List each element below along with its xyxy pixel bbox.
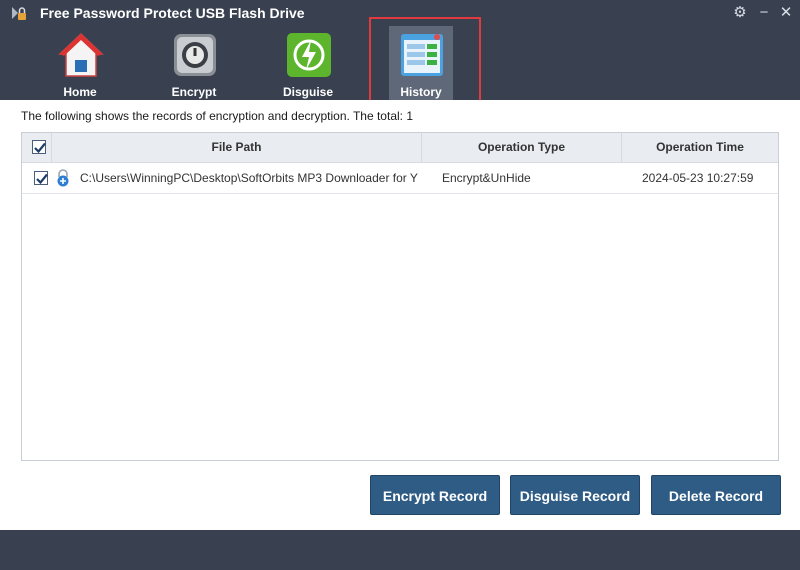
- table-row[interactable]: C:\Users\WinningPC\Desktop\SoftOrbits MP…: [22, 163, 778, 194]
- row-checkbox[interactable]: [34, 171, 48, 185]
- operation-type-cell: Encrypt&UnHide: [442, 171, 531, 185]
- records-summary: The following shows the records of encry…: [21, 109, 413, 123]
- app-window: Free Password Protect USB Flash Drive ⚙ …: [0, 0, 800, 570]
- column-file-path[interactable]: File Path: [52, 133, 422, 162]
- safe-icon: [174, 34, 216, 76]
- table-header: File Path Operation Type Operation Time: [22, 133, 778, 163]
- history-table: File Path Operation Type Operation Time …: [21, 132, 779, 461]
- home-icon: [58, 32, 104, 77]
- checkmark-icon: [34, 142, 46, 154]
- checkmark-icon: [36, 173, 48, 185]
- close-icon[interactable]: ✕: [777, 4, 795, 22]
- gear-icon[interactable]: ⚙: [731, 4, 749, 22]
- encrypted-file-icon: [57, 169, 69, 187]
- tab-disguise[interactable]: Disguise: [268, 26, 348, 100]
- column-operation-time[interactable]: Operation Time: [622, 133, 778, 162]
- tab-home-label: Home: [63, 85, 97, 99]
- history-tab-highlight: [369, 17, 481, 102]
- delete-record-button[interactable]: Delete Record: [651, 475, 781, 515]
- select-all-checkbox[interactable]: [32, 140, 46, 154]
- select-all-cell: [22, 133, 52, 162]
- encrypt-record-button[interactable]: Encrypt Record: [370, 475, 500, 515]
- file-path-cell: C:\Users\WinningPC\Desktop\SoftOrbits MP…: [80, 171, 418, 185]
- status-footer: [0, 530, 800, 570]
- tab-home[interactable]: Home: [40, 26, 120, 100]
- minimize-icon[interactable]: −: [755, 4, 773, 22]
- disguise-icon: [287, 33, 331, 77]
- history-panel: The following shows the records of encry…: [0, 100, 800, 530]
- operation-time-cell: 2024-05-23 10:27:59: [642, 171, 754, 185]
- tab-encrypt[interactable]: Encrypt: [154, 26, 234, 100]
- app-logo-icon: [12, 7, 26, 20]
- disguise-record-button[interactable]: Disguise Record: [510, 475, 640, 515]
- column-operation-type[interactable]: Operation Type: [422, 133, 622, 162]
- tab-encrypt-label: Encrypt: [171, 85, 217, 99]
- window-title: Free Password Protect USB Flash Drive: [40, 5, 305, 21]
- tab-disguise-label: Disguise: [282, 85, 333, 99]
